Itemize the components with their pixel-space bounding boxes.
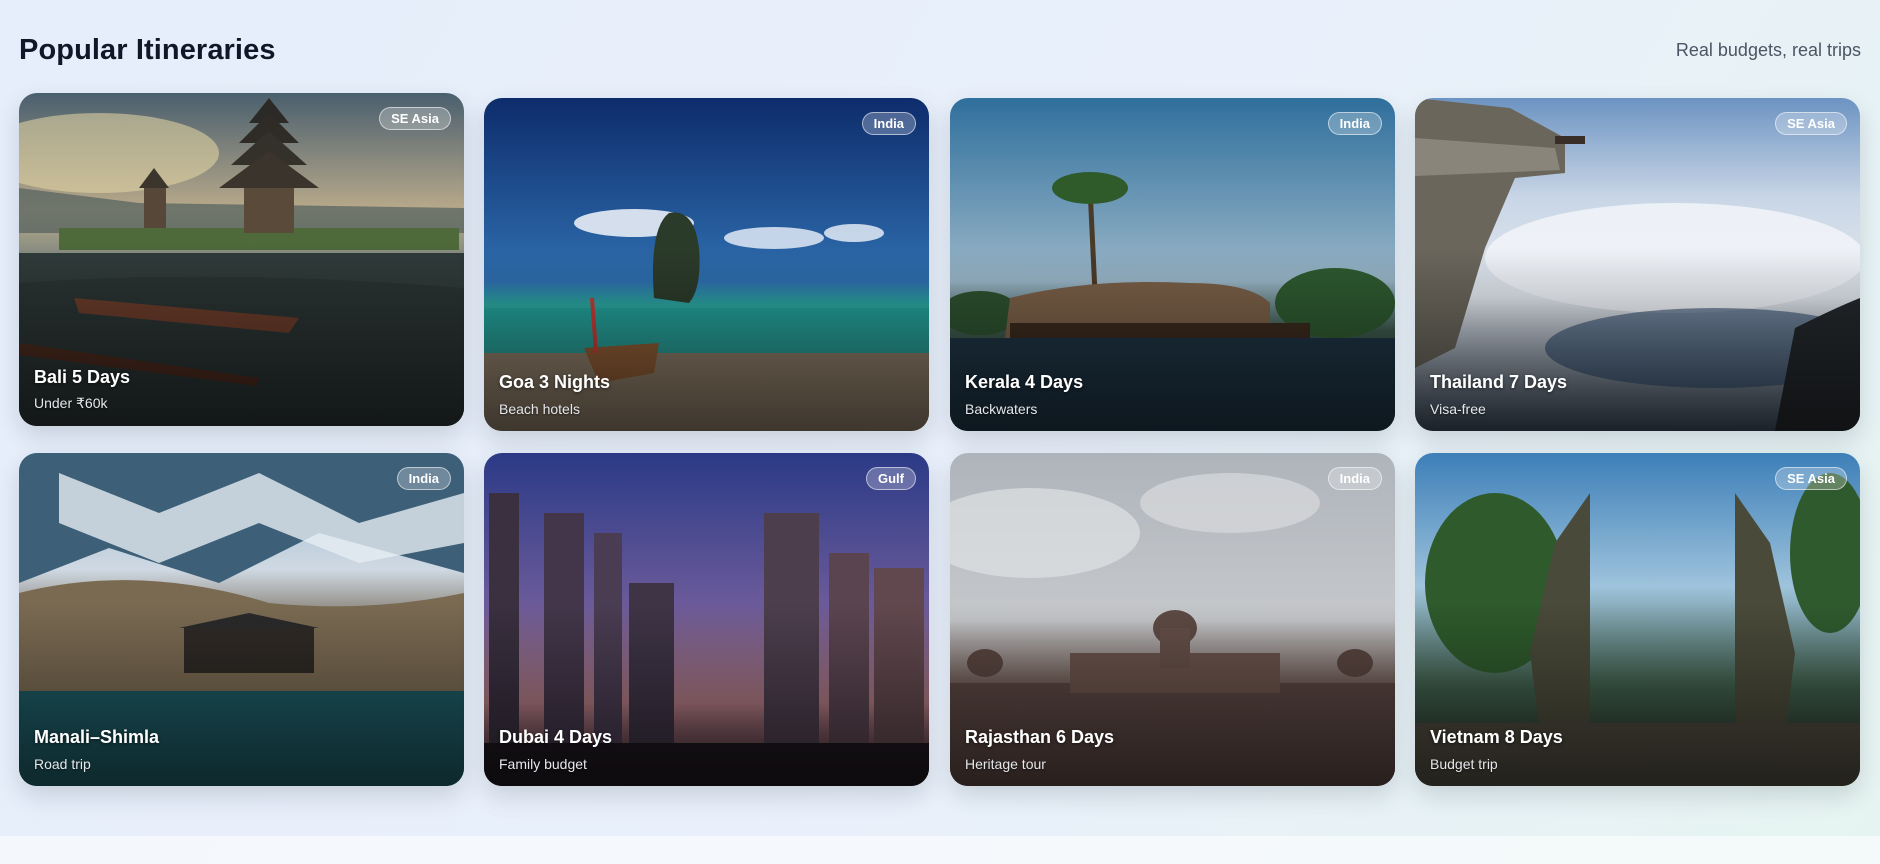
card-title: Kerala 4 Days (965, 372, 1084, 392)
region-badge: SE Asia (379, 107, 451, 130)
region-badge: Gulf (866, 467, 916, 490)
itinerary-card-kerala[interactable]: India Kerala 4 Days Backwaters (950, 98, 1395, 431)
card-title: Rajasthan 6 Days (965, 727, 1115, 747)
itinerary-card-bali[interactable]: SE Asia Bali 5 Days Under ₹60k (19, 93, 464, 426)
itinerary-card-vietnam[interactable]: SE Asia Vietnam 8 Days Budget trip (1415, 453, 1860, 786)
region-badge: SE Asia (1775, 112, 1847, 135)
itinerary-card-goa[interactable]: India Goa 3 Nights Beach hotels (484, 98, 929, 431)
card-subtitle: Road trip (34, 756, 91, 772)
card-subtitle: Budget trip (1430, 756, 1498, 772)
region-badge: SE Asia (1775, 467, 1847, 490)
itinerary-card-thailand[interactable]: SE Asia Thailand 7 Days Visa-free (1415, 98, 1860, 431)
section-title: Popular Itineraries (19, 33, 276, 66)
card-title: Bali 5 Days (34, 367, 131, 387)
itinerary-card-dubai[interactable]: Gulf Dubai 4 Days Family budget (484, 453, 929, 786)
card-title: Thailand 7 Days (1430, 372, 1568, 392)
region-badge: India (396, 467, 451, 490)
card-title: Vietnam 8 Days (1430, 727, 1563, 747)
popular-itineraries-section: Popular Itineraries Real budgets, real t… (0, 0, 1880, 836)
region-badge: India (1327, 112, 1382, 135)
page-bottom-band (0, 836, 1880, 864)
section-subtitle: Real budgets, real trips (1675, 39, 1861, 60)
card-subtitle: Visa-free (1430, 401, 1486, 417)
card-title: Dubai 4 Days (499, 727, 613, 747)
card-subtitle: Backwaters (965, 401, 1038, 417)
itinerary-card-manali-shimla[interactable]: India Manali–Shimla Road trip (19, 453, 464, 786)
region-badge: India (861, 112, 916, 135)
region-badge: India (1327, 467, 1382, 490)
card-subtitle: Heritage tour (965, 756, 1046, 772)
itinerary-grid: SE Asia Bali 5 Days Under ₹60k India Goa… (19, 93, 1861, 787)
card-subtitle: Under ₹60k (34, 395, 108, 411)
card-title: Manali–Shimla (34, 727, 160, 747)
section-header: Popular Itineraries Real budgets, real t… (19, 28, 1861, 72)
card-subtitle: Beach hotels (499, 401, 580, 417)
card-title: Goa 3 Nights (499, 372, 611, 392)
card-subtitle: Family budget (499, 756, 587, 772)
itinerary-card-rajasthan[interactable]: India Rajasthan 6 Days Heritage tour (950, 453, 1395, 786)
